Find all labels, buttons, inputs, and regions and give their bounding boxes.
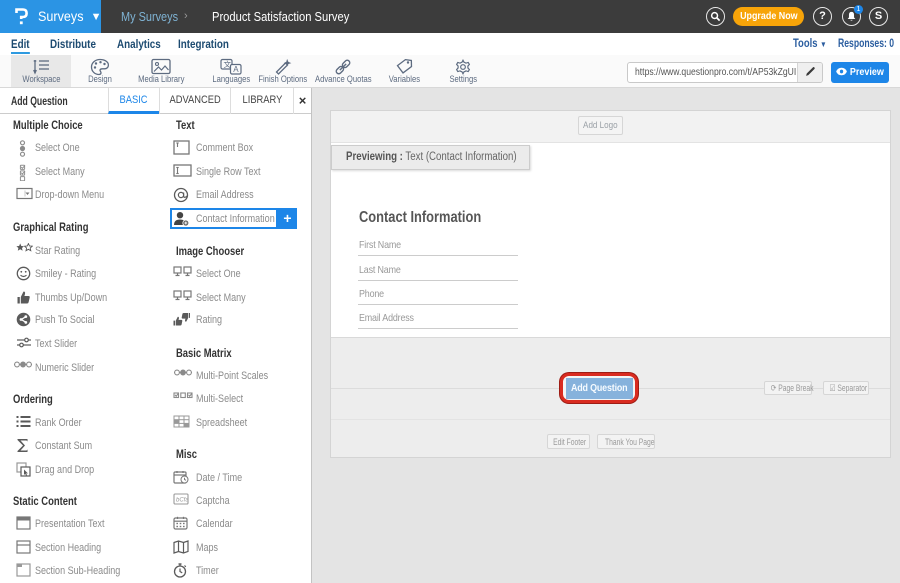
svg-text:bCfa: bCfa	[176, 498, 189, 504]
svg-text:A: A	[233, 65, 239, 74]
